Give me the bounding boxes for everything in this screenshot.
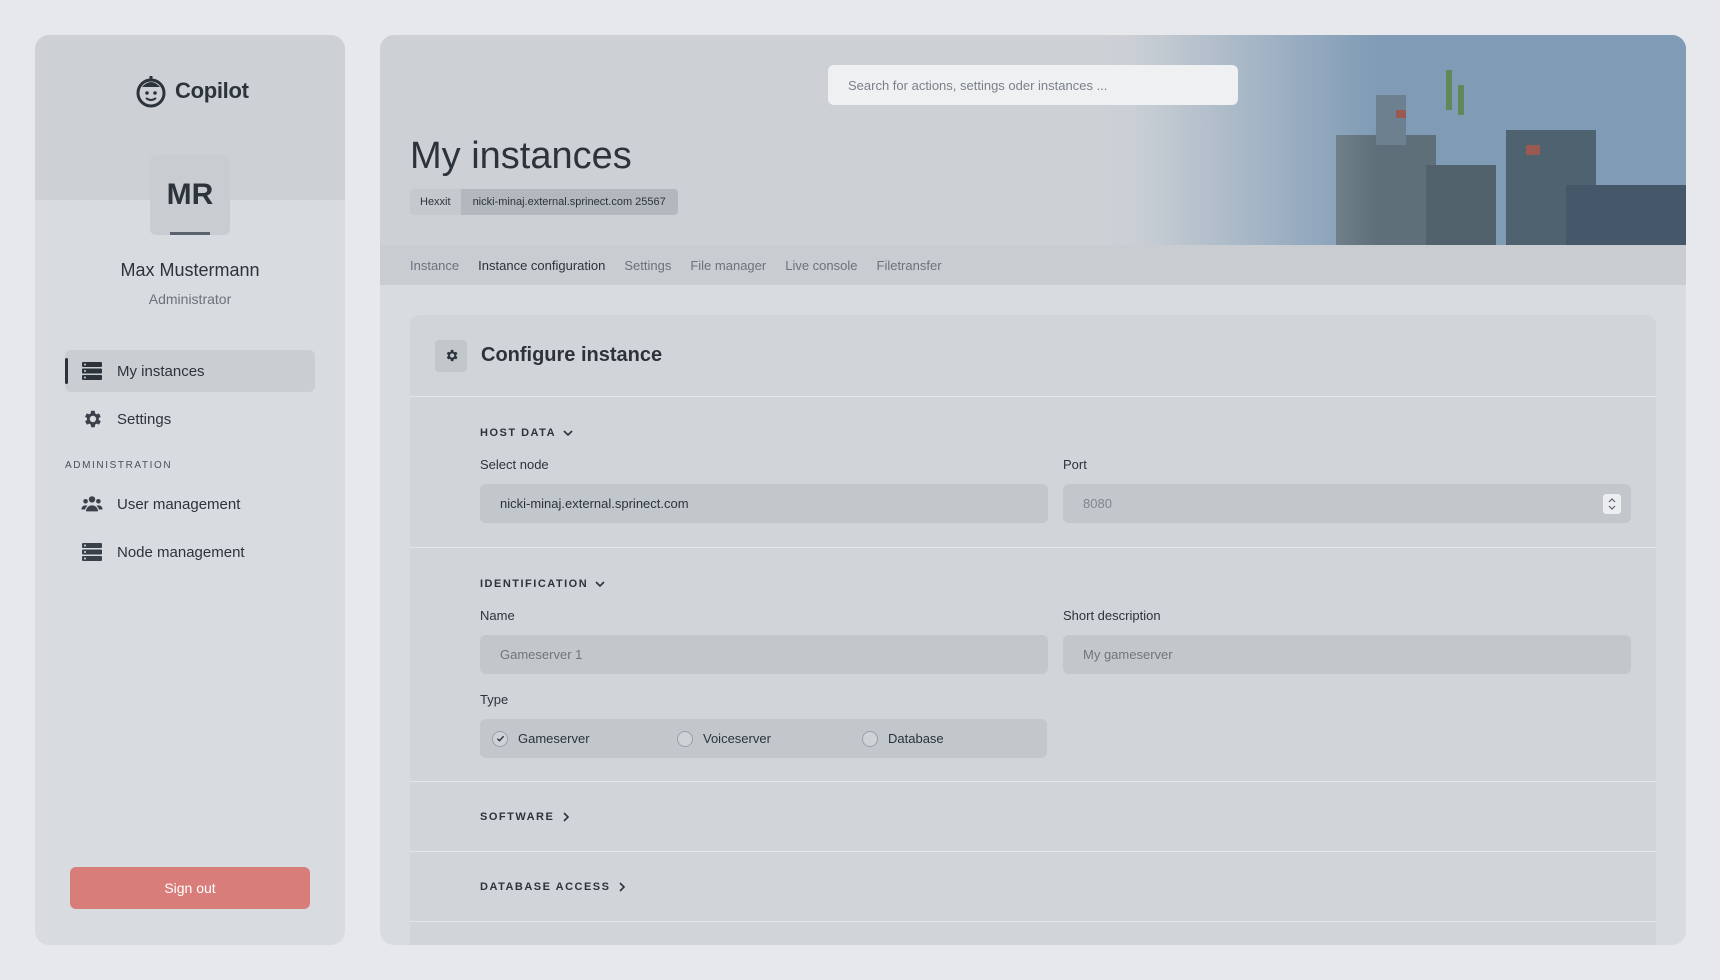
server-icon: [82, 543, 102, 561]
type-label: Type: [480, 692, 509, 707]
port-stepper[interactable]: [1603, 494, 1621, 514]
software-toggle[interactable]: SOFTWARE: [480, 811, 572, 823]
user-name: Max Mustermann: [120, 260, 260, 280]
database-access-toggle[interactable]: DATABASE ACCESS: [480, 881, 628, 893]
section-title: SOFTWARE: [480, 810, 555, 823]
identification-toggle[interactable]: IDENTIFICATION: [480, 578, 1631, 590]
user-role: Administrator: [148, 291, 232, 307]
tab-instance[interactable]: Instance: [410, 258, 459, 273]
radio-unchecked[interactable]: [862, 730, 878, 747]
configure-instance-card: Configure instance HOST DATA Select node…: [410, 315, 1656, 945]
description-label: Short description: [1063, 608, 1161, 623]
users-icon: [81, 496, 103, 512]
copilot-logo-icon: [136, 76, 166, 108]
port-placeholder: 8080: [1083, 496, 1112, 511]
sidebar: Copilot MR Max Mustermann Administrator …: [35, 35, 345, 945]
radio-checked[interactable]: [492, 730, 508, 747]
radio-label: Database: [888, 731, 944, 746]
type-radio-group: Gameserver Voiceserver Database: [480, 719, 1047, 758]
page-title: My instances: [410, 135, 632, 177]
chevron-down-icon: [563, 430, 573, 437]
sidebar-item-node-management[interactable]: Node management: [65, 531, 315, 573]
description-input[interactable]: [1063, 635, 1631, 674]
chevron-right-icon: [563, 811, 570, 822]
identification-section: IDENTIFICATION Name Short description Ty…: [410, 548, 1656, 782]
gear-icon: [85, 410, 101, 428]
page-header: My instances Hexxit nicki-minaj.external…: [380, 35, 1686, 245]
main-panel: My instances Hexxit nicki-minaj.external…: [380, 35, 1686, 945]
check-icon: [496, 735, 504, 742]
radio-unchecked[interactable]: [677, 730, 693, 747]
admin-section-label: ADMINISTRATION: [65, 460, 173, 471]
port-input[interactable]: 8080: [1063, 484, 1631, 523]
sidebar-item-label: Settings: [117, 410, 172, 428]
radio-label: Gameserver: [518, 731, 590, 746]
avatar-initials: MR: [166, 178, 214, 211]
node-value: nicki-minaj.external.sprinect.com: [500, 496, 689, 511]
section-title: DATABASE ACCESS: [480, 880, 611, 893]
sign-out-button[interactable]: Sign out: [70, 867, 310, 909]
instance-badges: Hexxit nicki-minaj.external.sprinect.com…: [410, 189, 678, 215]
game-badge: Hexxit: [410, 189, 461, 215]
server-icon: [82, 362, 102, 380]
node-select[interactable]: nicki-minaj.external.sprinect.com: [480, 484, 1048, 523]
chevron-down-icon: [595, 581, 605, 588]
sidebar-item-label: Node management: [117, 543, 245, 561]
node-label: Select node: [480, 457, 549, 472]
sidebar-nav: My instances Settings ADMINISTRATION Use…: [65, 350, 315, 579]
port-label: Port: [1063, 457, 1087, 472]
radio-label: Voiceserver: [703, 731, 771, 746]
section-title: HOST DATA: [480, 427, 557, 439]
sidebar-item-label: My instances: [117, 362, 205, 380]
database-access-section: DATABASE ACCESS: [410, 852, 1656, 922]
sidebar-item-label: User management: [117, 495, 241, 513]
search-input[interactable]: [828, 65, 1238, 105]
name-input[interactable]: [480, 635, 1048, 674]
gear-icon: [446, 349, 457, 362]
chevron-right-icon: [619, 881, 626, 892]
logo-text: Copilot: [175, 78, 249, 103]
type-option-database[interactable]: Database: [862, 730, 1047, 747]
tab-filetransfer[interactable]: Filetransfer: [877, 258, 942, 273]
host-badge: nicki-minaj.external.sprinect.com 25567: [460, 189, 678, 215]
tab-settings[interactable]: Settings: [624, 258, 671, 273]
card-icon: [435, 339, 467, 372]
name-label: Name: [480, 608, 515, 623]
host-data-toggle[interactable]: HOST DATA: [480, 427, 1631, 439]
sidebar-item-settings[interactable]: Settings: [65, 398, 315, 440]
tab-live-console[interactable]: Live console: [785, 258, 857, 273]
sidebar-item-user-management[interactable]: User management: [65, 483, 315, 525]
software-section: SOFTWARE: [410, 782, 1656, 852]
section-title: IDENTIFICATION: [480, 578, 589, 590]
type-option-gameserver[interactable]: Gameserver: [492, 730, 677, 747]
logo[interactable]: Copilot: [133, 73, 249, 109]
host-data-section: HOST DATA Select node nicki-minaj.extern…: [410, 397, 1656, 548]
tab-file-manager[interactable]: File manager: [690, 258, 766, 273]
chevron-up-down-icon: [1608, 498, 1616, 510]
type-option-voiceserver[interactable]: Voiceserver: [677, 730, 862, 747]
card-title: Configure instance: [481, 344, 663, 366]
card-header: Configure instance: [410, 315, 1656, 397]
tab-instance-configuration[interactable]: Instance configuration: [478, 258, 605, 273]
avatar[interactable]: MR: [150, 155, 230, 235]
sidebar-item-my-instances[interactable]: My instances: [65, 350, 315, 392]
tab-bar: Instance Instance configuration Settings…: [380, 245, 1686, 285]
